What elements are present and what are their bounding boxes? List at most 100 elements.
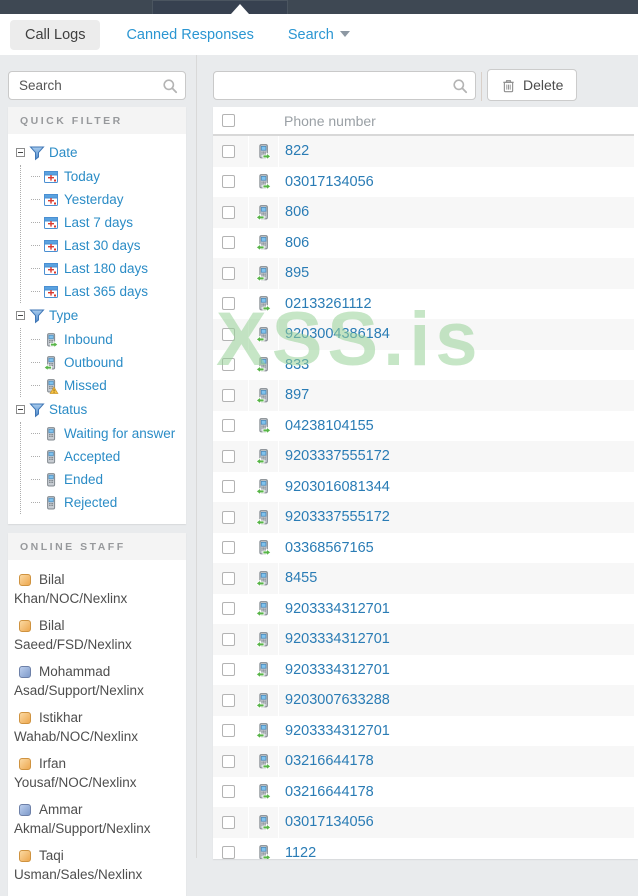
table-row[interactable]: 03216644178: [213, 776, 634, 807]
row-checkbox[interactable]: [222, 449, 235, 463]
phone-number-link[interactable]: 895: [285, 265, 309, 281]
row-checkbox[interactable]: [222, 541, 235, 555]
row-checkbox[interactable]: [222, 205, 235, 219]
row-checkbox[interactable]: [222, 327, 235, 341]
phone-number-link[interactable]: 03216644178: [285, 753, 374, 769]
filter-yesterday[interactable]: Yesterday: [21, 188, 182, 211]
filter-item-label[interactable]: Accepted: [64, 449, 120, 464]
table-row[interactable]: 9203334312701: [213, 624, 634, 655]
table-row[interactable]: 9203007633288: [213, 685, 634, 716]
table-row[interactable]: 9203337555172: [213, 441, 634, 472]
filter-item-label[interactable]: Last 180 days: [64, 261, 148, 276]
filter-item-label[interactable]: Rejected: [64, 495, 117, 510]
filter-rejected[interactable]: Rejected: [21, 491, 182, 514]
filter-today[interactable]: Today: [21, 165, 182, 188]
phone-number-link[interactable]: 9203004386184: [285, 326, 390, 342]
row-checkbox[interactable]: [222, 693, 235, 707]
staff-list-item[interactable]: Ammar Akmal/Support/Nexlinx: [12, 796, 182, 842]
filter-group-label[interactable]: Type: [49, 308, 78, 323]
staff-list-item[interactable]: Istikhar Wahab/NOC/Nexlinx: [12, 704, 182, 750]
row-checkbox[interactable]: [222, 144, 235, 158]
filter-item-label[interactable]: Waiting for answer: [64, 426, 175, 441]
phone-number-link[interactable]: 04238104155: [285, 418, 374, 434]
tree-collapse-icon[interactable]: [16, 148, 25, 157]
filter-item-label[interactable]: Today: [64, 169, 100, 184]
row-checkbox[interactable]: [222, 785, 235, 799]
staff-list-item[interactable]: Mohammad Asad/Support/Nexlinx: [12, 658, 182, 704]
filter-waiting-for-answer[interactable]: Waiting for answer: [21, 422, 182, 445]
tab-call-logs[interactable]: Call Logs: [10, 19, 101, 50]
phone-number-link[interactable]: 806: [285, 204, 309, 220]
phone-number-link[interactable]: 03368567165: [285, 540, 374, 556]
staff-list-item[interactable]: Bilal Saeed/FSD/Nexlinx: [12, 612, 182, 658]
filter-item-label[interactable]: Last 365 days: [64, 284, 148, 299]
topnav-active-item[interactable]: [152, 0, 288, 14]
filter-ended[interactable]: Ended: [21, 468, 182, 491]
table-row[interactable]: 806: [213, 197, 634, 228]
row-checkbox[interactable]: [222, 602, 235, 616]
table-row[interactable]: 9203004386184: [213, 319, 634, 350]
tab-canned-responses[interactable]: Canned Responses: [118, 20, 261, 50]
table-row[interactable]: 04238104155: [213, 410, 634, 441]
phone-number-link[interactable]: 897: [285, 387, 309, 403]
tree-collapse-icon[interactable]: [16, 405, 25, 414]
filter-item-label[interactable]: Ended: [64, 472, 103, 487]
row-checkbox[interactable]: [222, 754, 235, 768]
row-checkbox[interactable]: [222, 297, 235, 311]
phone-number-link[interactable]: 9203334312701: [285, 723, 390, 739]
filter-accepted[interactable]: Accepted: [21, 445, 182, 468]
row-checkbox[interactable]: [222, 358, 235, 372]
phone-number-link[interactable]: 9203334312701: [285, 601, 390, 617]
staff-list-item[interactable]: Irfan Yousaf/NOC/Nexlinx: [12, 750, 182, 796]
row-checkbox[interactable]: [222, 480, 235, 494]
filter-item-label[interactable]: Last 7 days: [64, 215, 133, 230]
phone-number-link[interactable]: 9203007633288: [285, 692, 390, 708]
table-row[interactable]: 9203334312701: [213, 654, 634, 685]
table-row[interactable]: 9203016081344: [213, 471, 634, 502]
row-checkbox[interactable]: [222, 388, 235, 402]
row-checkbox[interactable]: [222, 571, 235, 585]
filter-inbound[interactable]: Inbound: [21, 328, 182, 351]
row-checkbox[interactable]: [222, 632, 235, 646]
table-row[interactable]: 02133261112: [213, 288, 634, 319]
filter-outbound[interactable]: Outbound: [21, 351, 182, 374]
phone-number-link[interactable]: 9203334312701: [285, 662, 390, 678]
phone-number-link[interactable]: 9203016081344: [285, 479, 390, 495]
tab-search[interactable]: Search: [280, 20, 358, 50]
filter-group-type[interactable]: Type: [16, 303, 182, 328]
filter-item-label[interactable]: Missed: [64, 378, 107, 393]
filter-item-label[interactable]: Inbound: [64, 332, 113, 347]
staff-list-item[interactable]: Bilal Khan/NOC/Nexlinx: [12, 566, 182, 612]
table-row[interactable]: 897: [213, 380, 634, 411]
row-checkbox[interactable]: [222, 724, 235, 738]
table-row[interactable]: 822: [213, 136, 634, 167]
filter-item-label[interactable]: Yesterday: [64, 192, 124, 207]
filter-missed[interactable]: Missed: [21, 374, 182, 397]
row-checkbox[interactable]: [222, 663, 235, 677]
phone-number-link[interactable]: 9203337555172: [285, 448, 390, 464]
phone-number-link[interactable]: 822: [285, 143, 309, 159]
phone-number-link[interactable]: 03216644178: [285, 784, 374, 800]
phone-number-link[interactable]: 1122: [285, 845, 316, 859]
table-row[interactable]: 03216644178: [213, 746, 634, 777]
filter-group-label[interactable]: Date: [49, 145, 78, 160]
row-checkbox[interactable]: [222, 236, 235, 250]
table-search-input[interactable]: [214, 72, 445, 99]
table-row[interactable]: 8455: [213, 563, 634, 594]
filter-last-365-days[interactable]: Last 365 days: [21, 280, 182, 303]
table-row[interactable]: 03017134056: [213, 807, 634, 838]
phone-number-link[interactable]: 03017134056: [285, 814, 374, 830]
row-checkbox[interactable]: [222, 510, 235, 524]
phone-number-link[interactable]: 9203334312701: [285, 631, 390, 647]
row-checkbox[interactable]: [222, 419, 235, 433]
select-all-checkbox[interactable]: [222, 114, 235, 127]
staff-list-item[interactable]: Taqi Usman/Sales/Nexlinx: [12, 842, 182, 888]
row-checkbox[interactable]: [222, 846, 235, 859]
table-row[interactable]: 895: [213, 258, 634, 289]
table-row[interactable]: 9203334312701: [213, 715, 634, 746]
filter-group-date[interactable]: Date: [16, 140, 182, 165]
phone-number-link[interactable]: 02133261112: [285, 296, 372, 312]
table-row[interactable]: 9203334312701: [213, 593, 634, 624]
phone-number-link[interactable]: 03017134056: [285, 174, 374, 190]
filter-last-30-days[interactable]: Last 30 days: [21, 234, 182, 257]
